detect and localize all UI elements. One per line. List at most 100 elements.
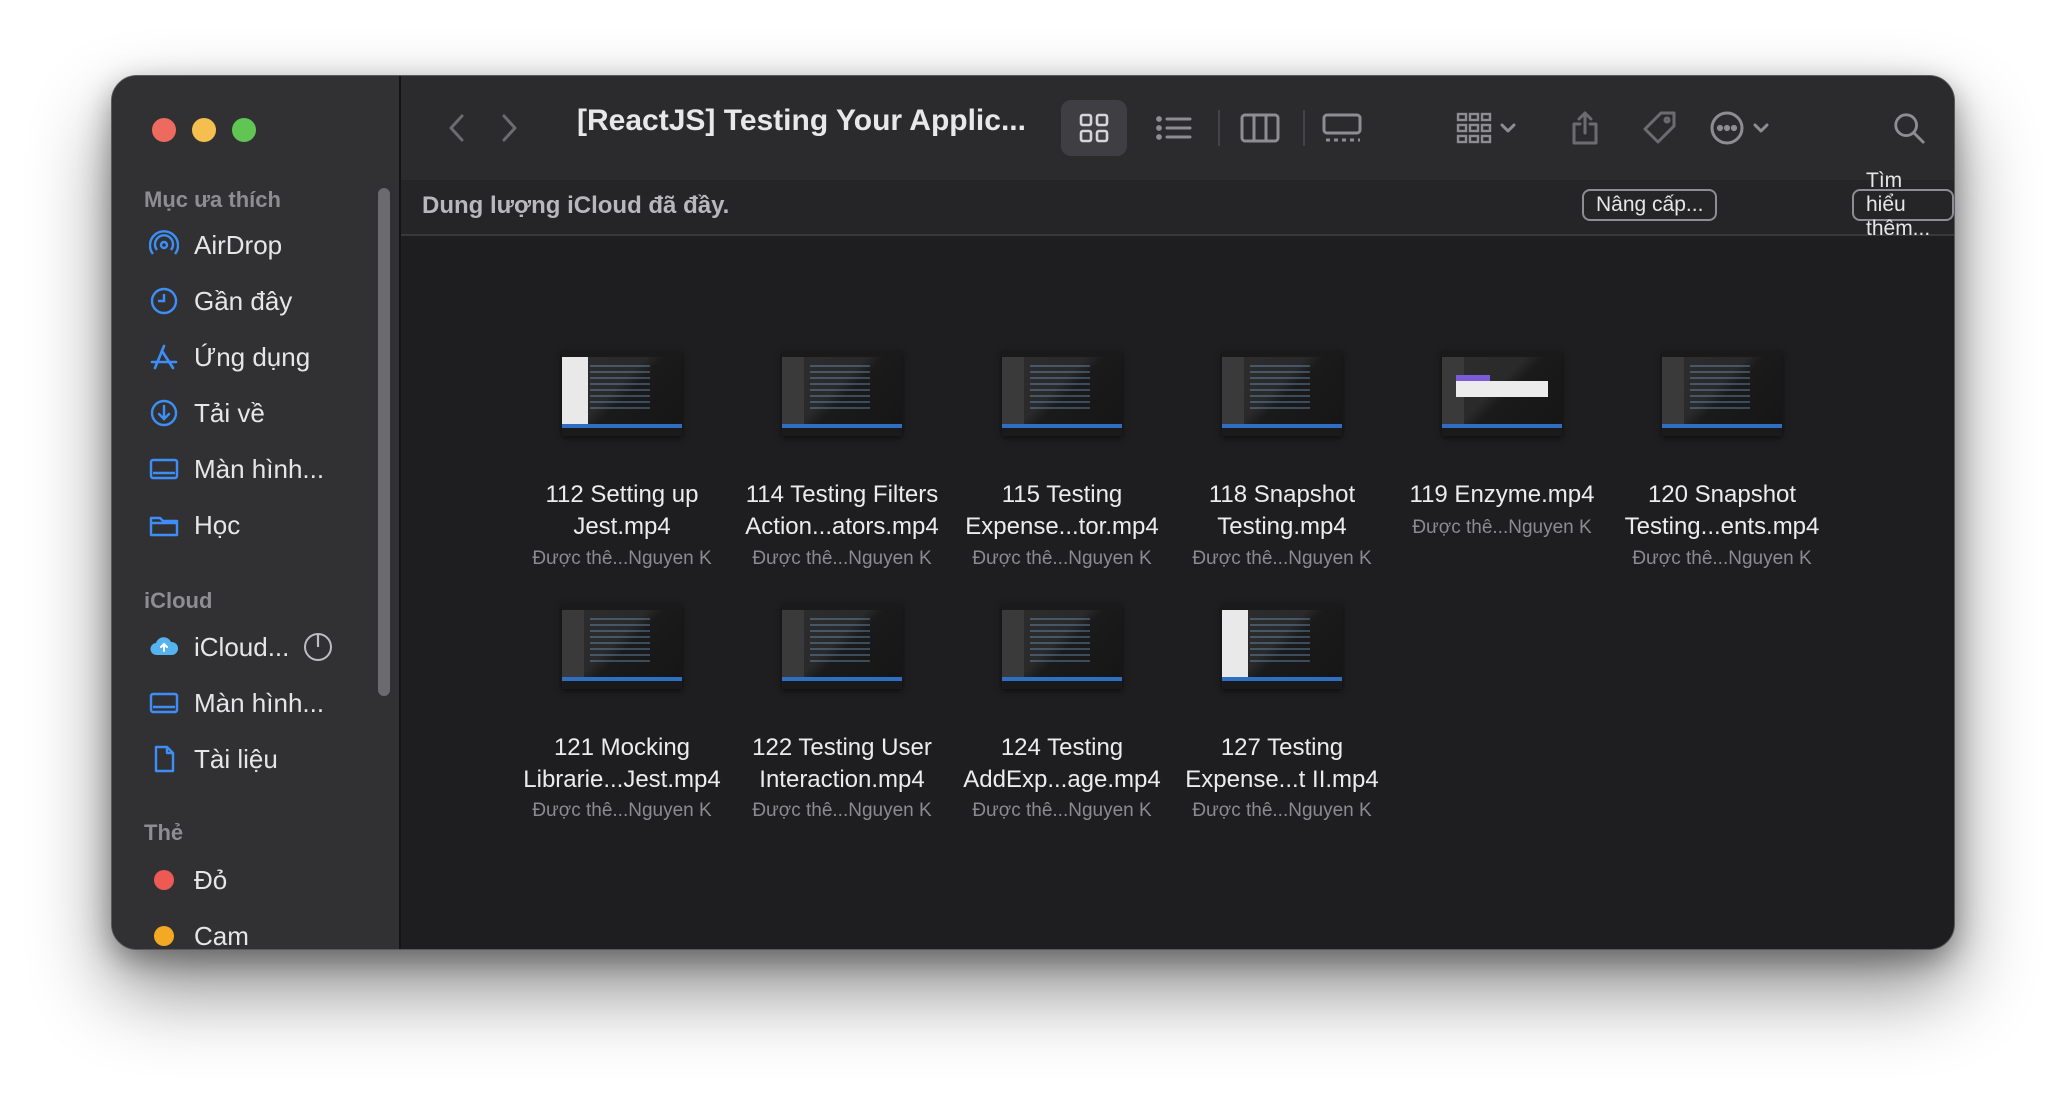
tag-color-dot [154, 870, 174, 890]
video-thumbnail [562, 351, 682, 436]
file-name: 114 Testing Filters Action...ators.mp4 [745, 481, 939, 540]
upgrade-button[interactable]: Nâng cấp... [1582, 189, 1718, 221]
video-thumbnail [1002, 604, 1122, 689]
search-button[interactable] [1881, 100, 1937, 156]
sidebar-item-label: Tài liệu [194, 743, 278, 774]
file-subtitle: Được thê...Nguyen K [1192, 800, 1372, 821]
group-grid-icon [1456, 112, 1492, 144]
file-name: 127 Testing Expense...t II.mp4 [1185, 734, 1379, 793]
sidebar-item-airdrop[interactable]: AirDrop [148, 225, 388, 265]
group-by-button[interactable] [1441, 100, 1531, 156]
file-subtitle: Được thê...Nguyen K [1412, 517, 1592, 538]
video-thumbnail [1002, 351, 1122, 436]
sidebar-item-label: AirDrop [194, 229, 283, 260]
finder-window: Mục ưa thích AirDrop Gần đây Ứng dụng Tả… [111, 75, 1955, 950]
learn-more-button[interactable]: Tìm hiểu thêm... [1852, 169, 1954, 240]
chevron-down-icon [1753, 123, 1769, 133]
file-name: 119 Enzyme.mp4 [1409, 481, 1595, 508]
storage-progress-icon [303, 632, 333, 662]
toolbar-separator [1218, 110, 1220, 146]
sidebar-item-documents[interactable]: Tài liệu [148, 739, 388, 779]
video-thumbnail [782, 351, 902, 436]
video-thumbnail [1442, 351, 1562, 436]
grid-icon [1079, 113, 1109, 143]
tags-button[interactable] [1631, 100, 1687, 156]
sidebar-item-label: Đỏ [194, 864, 228, 895]
sidebar-section-icloud: iCloud [144, 588, 213, 613]
sidebar: Mục ưa thích AirDrop Gần đây Ứng dụng Tả… [112, 76, 401, 949]
file-name: 120 Snapshot Testing...ents.mp4 [1624, 481, 1820, 540]
file-subtitle: Được thê...Nguyen K [1632, 548, 1812, 569]
sidebar-section-favorites: Mục ưa thích [144, 187, 281, 212]
view-list-button[interactable] [1141, 100, 1207, 156]
list-icon [1156, 116, 1192, 140]
file-name: 124 Testing AddExp...age.mp4 [963, 734, 1161, 793]
gallery-icon [1322, 113, 1362, 142]
more-actions-button[interactable] [1699, 100, 1779, 156]
columns-icon [1240, 113, 1280, 143]
document-icon [148, 743, 180, 775]
sidebar-item-hoc[interactable]: Học [148, 505, 388, 545]
icloud-icon [148, 631, 180, 663]
airdrop-icon [148, 229, 180, 261]
sidebar-item-desktop[interactable]: Màn hình... [148, 449, 388, 489]
view-gallery-button[interactable] [1309, 100, 1375, 156]
video-thumbnail [782, 604, 902, 689]
sidebar-item-label: Học [194, 509, 241, 540]
file-subtitle: Được thê...Nguyen K [972, 548, 1152, 569]
video-thumbnail [1662, 351, 1782, 436]
sidebar-item-label: Cam [194, 920, 249, 950]
toolbar-separator [1303, 110, 1305, 146]
sidebar-item-label: Tải về [194, 397, 265, 428]
window-title: [ReactJS] Testing Your Applic... [577, 104, 1026, 137]
folder-icon [148, 509, 180, 541]
sidebar-item-icloud-drive[interactable]: iCloud... [148, 627, 388, 667]
file-name: 121 Mocking Librarie...Jest.mp4 [523, 734, 721, 793]
file-name: 122 Testing User Interaction.mp4 [752, 734, 932, 793]
minimize-window-button[interactable] [192, 118, 216, 142]
view-icons-button[interactable] [1061, 100, 1127, 156]
sidebar-item-icloud-desktop[interactable]: Màn hình... [148, 683, 388, 723]
share-button[interactable] [1561, 100, 1609, 156]
tag-icon [1643, 111, 1676, 144]
toolbar: [ReactJS] Testing Your Applic... [401, 76, 1954, 182]
clock-icon [148, 285, 180, 317]
sidebar-tag-orange[interactable]: Cam [148, 916, 388, 950]
sidebar-tag-red[interactable]: Đỏ [148, 860, 388, 900]
close-window-button[interactable] [152, 118, 176, 142]
file-subtitle: Được thê...Nguyen K [752, 548, 932, 569]
sidebar-item-label: iCloud... [194, 631, 290, 662]
sidebar-item-label: Gần đây [194, 285, 293, 316]
sidebar-item-downloads[interactable]: Tải về [148, 393, 388, 433]
desktop-icon [148, 453, 180, 485]
banner-message: Dung lượng iCloud đã đầy. [422, 192, 730, 219]
file-name: 115 Testing Expense...tor.mp4 [965, 481, 1159, 540]
applications-icon [148, 341, 180, 373]
download-icon [148, 397, 180, 429]
file-subtitle: Được thê...Nguyen K [1192, 548, 1372, 569]
chevron-left-icon [449, 114, 464, 142]
sidebar-item-applications[interactable]: Ứng dụng [148, 337, 388, 377]
file-subtitle: Được thê...Nguyen K [532, 800, 712, 821]
sidebar-item-label: Ứng dụng [194, 341, 311, 372]
video-thumbnail [562, 604, 682, 689]
chevron-down-icon [1500, 123, 1516, 133]
file-subtitle: Được thê...Nguyen K [972, 800, 1152, 821]
zoom-window-button[interactable] [232, 118, 256, 142]
sidebar-item-label: Màn hình... [194, 453, 325, 484]
sidebar-scrollbar[interactable] [378, 188, 390, 696]
file-grid: 112 Setting up Jest.mp4 Được thê...Nguyen… [401, 236, 1954, 949]
file-name: 118 Snapshot Testing.mp4 [1208, 481, 1356, 540]
sidebar-item-recents[interactable]: Gần đây [148, 281, 388, 321]
view-columns-button[interactable] [1227, 100, 1293, 156]
forward-button[interactable] [489, 108, 529, 148]
file-subtitle: Được thê...Nguyen K [752, 800, 932, 821]
back-button[interactable] [437, 108, 477, 148]
file-subtitle: Được thê...Nguyen K [532, 548, 712, 569]
ellipsis-circle-icon [1710, 111, 1744, 145]
icloud-full-banner: Dung lượng iCloud đã đầy. Nâng cấp... Tì… [401, 169, 1954, 240]
tag-color-dot [154, 926, 174, 946]
video-thumbnail [1222, 351, 1342, 436]
search-icon [1894, 113, 1925, 144]
video-thumbnail [1222, 604, 1342, 689]
